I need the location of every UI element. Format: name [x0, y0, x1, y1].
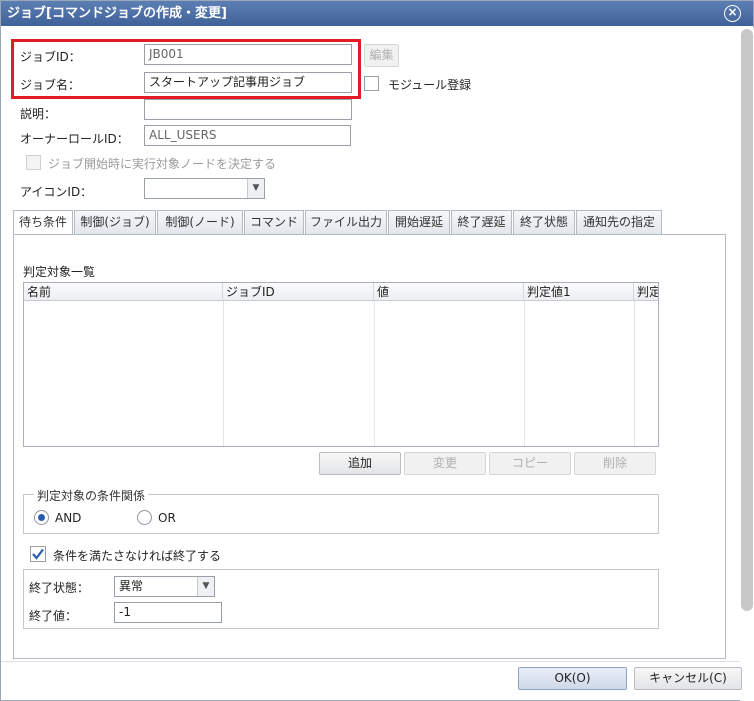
tab-command[interactable]: コマンド	[244, 210, 304, 234]
tab-start-delay[interactable]: 開始遅延	[388, 210, 450, 234]
scrollbar-thumb[interactable]	[741, 29, 753, 611]
close-icon[interactable]: ×	[724, 5, 741, 22]
owner-role-label: オーナーロールID：	[20, 132, 129, 146]
decide-node-checkbox[interactable]	[26, 155, 41, 170]
table-header: 名前 ジョブID 値 判定値1 判定	[24, 283, 658, 301]
icon-id-label: アイコンID：	[20, 185, 93, 199]
column-divider	[634, 301, 635, 446]
tab-end-status[interactable]: 終了状態	[513, 210, 575, 234]
column-header-judge-value-1[interactable]: 判定値1	[524, 283, 634, 301]
highlight-box	[11, 39, 361, 99]
and-radio[interactable]	[34, 510, 49, 525]
end-status-value: 異常	[119, 579, 144, 593]
list-title: 判定対象一覧	[23, 265, 96, 279]
module-register-label: モジュール登録	[388, 78, 472, 92]
tab-notify[interactable]: 通知先の指定	[576, 210, 662, 234]
tab-end-delay[interactable]: 終了遅延	[451, 210, 512, 234]
end-status-select[interactable]: 異常 ▼	[114, 576, 215, 597]
title-bar: ジョブ[コマンドジョブの作成・変更]	[1, 1, 753, 26]
column-divider	[374, 301, 375, 446]
end-status-label: 終了状態：	[29, 581, 90, 595]
decide-node-label: ジョブ開始時に実行対象ノードを決定する	[48, 157, 277, 171]
and-label: AND	[55, 511, 82, 525]
edit-button[interactable]: 編集	[364, 44, 399, 67]
add-button[interactable]: 追加	[319, 452, 401, 475]
ok-button[interactable]: OK(O)	[518, 667, 627, 690]
copy-button[interactable]: コピー	[489, 452, 571, 475]
checkmark-icon[interactable]	[30, 546, 46, 562]
icon-id-select[interactable]: ▼	[144, 178, 265, 199]
chevron-down-icon[interactable]: ▼	[197, 577, 214, 596]
or-label: OR	[158, 511, 176, 525]
description-input[interactable]	[144, 99, 352, 120]
tab-file-output[interactable]: ファイル出力	[305, 210, 387, 234]
tab-wait-condition[interactable]: 待ち条件	[13, 210, 73, 235]
end-value-label: 終了値：	[29, 609, 78, 623]
description-label: 説明：	[20, 107, 57, 121]
delete-button[interactable]: 削除	[574, 452, 656, 475]
end-value-input[interactable]: -1	[114, 602, 222, 623]
job-dialog: ジョブ[コマンドジョブの作成・変更] × ジョブID： JB001 編集 ジョブ…	[0, 0, 754, 701]
column-header-value[interactable]: 値	[374, 283, 524, 301]
window-title: ジョブ[コマンドジョブの作成・変更]	[7, 6, 227, 21]
judgment-table[interactable]: 名前 ジョブID 値 判定値1 判定	[23, 282, 659, 447]
tab-control-node[interactable]: 制御(ノード)	[157, 210, 243, 234]
module-register-checkbox[interactable]	[364, 76, 379, 91]
owner-role-input[interactable]: ALL_USERS	[144, 125, 351, 146]
change-button[interactable]: 変更	[404, 452, 486, 475]
or-radio[interactable]	[137, 510, 152, 525]
cancel-button[interactable]: キャンセル(C)	[634, 667, 742, 690]
column-divider	[223, 301, 224, 446]
column-header-name[interactable]: 名前	[24, 283, 223, 301]
condition-relation-legend: 判定対象の条件関係	[34, 487, 149, 504]
footer-divider	[1, 661, 740, 662]
tab-control-job[interactable]: 制御(ジョブ)	[74, 210, 156, 234]
column-header-judge[interactable]: 判定	[634, 283, 658, 301]
chevron-down-icon[interactable]: ▼	[247, 179, 264, 198]
column-header-job-id[interactable]: ジョブID	[223, 283, 374, 301]
end-if-not-satisfied-label: 条件を満たさなければ終了する	[53, 549, 222, 563]
column-divider	[524, 301, 525, 446]
